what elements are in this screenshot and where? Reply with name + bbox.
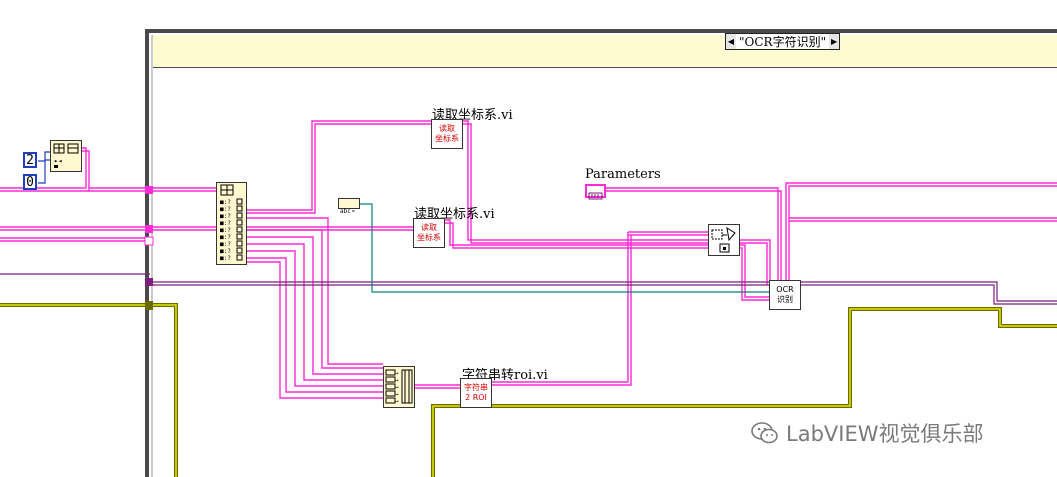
case-selector[interactable]: ◀ "OCR字符识别" ▶ bbox=[725, 33, 841, 50]
wechat-icon bbox=[751, 422, 778, 444]
tunnel-error bbox=[145, 301, 153, 310]
case-structure-frame-inner bbox=[151, 35, 1057, 477]
ocr-subvi[interactable]: OCR 识别 bbox=[769, 280, 801, 310]
svg-text:■:?: ■:? bbox=[220, 213, 231, 220]
tunnel-string-3 bbox=[144, 236, 154, 246]
wire-parameters bbox=[606, 187, 779, 285]
tunnel-cluster bbox=[145, 278, 153, 286]
watermark: LabVIEW视觉俱乐部 bbox=[750, 418, 984, 448]
build-array-icon: →→→ →→ bbox=[385, 369, 413, 405]
build-cluster-array-node[interactable]: → → → → → bbox=[383, 366, 415, 408]
parameters-terminal[interactable] bbox=[585, 184, 606, 200]
svg-text:→: → bbox=[395, 377, 399, 384]
string-to-roi-subvi[interactable]: 字符串 2 ROI bbox=[460, 378, 492, 408]
wire-read-top-out bbox=[463, 120, 771, 285]
case-structure-frame bbox=[145, 29, 1057, 477]
svg-text:■:?: ■:? bbox=[220, 241, 231, 248]
cluster-terminal-icon bbox=[588, 192, 603, 200]
svg-text:■:?: ■:? bbox=[220, 199, 231, 206]
numeric-constant-top[interactable]: 2 bbox=[23, 152, 37, 168]
wire-to-read-top bbox=[247, 120, 432, 211]
svg-text:▸◂: ▸◂ bbox=[54, 157, 62, 165]
svg-text:→: → bbox=[395, 384, 399, 391]
svg-text:■:?: ■:? bbox=[220, 234, 231, 241]
unbundle-by-name-node[interactable]: ■:? ■:? ■:? ■:? ■:? ■:? ■:? ■:? ■:? bbox=[216, 182, 247, 265]
string-wires bbox=[0, 120, 1057, 399]
read-coords-mid-icon-text: 读取 坐标系 bbox=[417, 223, 441, 242]
svg-text:■:?: ■:? bbox=[220, 227, 231, 234]
numeric-constant-bottom[interactable]: 0 bbox=[23, 174, 37, 190]
svg-text:■:?: ■:? bbox=[220, 206, 231, 213]
ocr-icon-text: OCR 识别 bbox=[776, 285, 794, 304]
wire-layer bbox=[0, 29, 1057, 477]
block-diagram: ◀ "OCR字符识别" ▶ 2 0 ▸◂ ■:? ■:? ■:? ■:? ■:? ■:?… bbox=[0, 0, 1057, 477]
svg-text:→: → bbox=[395, 370, 399, 377]
case-structure-header bbox=[153, 35, 1057, 68]
abc-icon: abc⚬ bbox=[340, 208, 356, 215]
parameters-label: Parameters bbox=[585, 167, 661, 182]
read-coords-top-icon-text: 读取 坐标系 bbox=[435, 124, 459, 143]
unbundle-icon: ■:?■:?■:? ■:?■:?■:? ■:?■:?■:? bbox=[220, 184, 243, 262]
tunnel-string-2 bbox=[145, 225, 153, 233]
svg-text:→: → bbox=[395, 391, 399, 398]
roi-icon bbox=[711, 226, 736, 253]
array-icon: ▸◂ bbox=[53, 143, 79, 168]
svg-text:■:?: ■:? bbox=[220, 248, 231, 255]
watermark-text: LabVIEW视觉俱乐部 bbox=[786, 422, 984, 446]
svg-text:■:?: ■:? bbox=[220, 220, 231, 227]
wire-ocr-out bbox=[785, 182, 1057, 285]
increment-case-button[interactable]: ▶ bbox=[829, 34, 840, 49]
case-selector-value: "OCR字符识别" bbox=[739, 35, 827, 49]
tunnel-string bbox=[145, 186, 153, 194]
decrement-case-button[interactable]: ◀ bbox=[726, 34, 736, 49]
string-to-roi-icon-text: 字符串 2 ROI bbox=[464, 383, 488, 402]
read-coords-mid-subvi[interactable]: 读取 坐标系 bbox=[413, 218, 445, 248]
read-coords-top-subvi[interactable]: 读取 坐标系 bbox=[431, 119, 463, 149]
image-roi-node[interactable] bbox=[708, 224, 740, 256]
svg-text:→: → bbox=[395, 398, 399, 405]
build-array-node[interactable]: ▸◂ bbox=[50, 140, 82, 172]
wire-roi-out bbox=[492, 232, 629, 383]
string-conversion-node[interactable]: abc⚬ bbox=[338, 198, 360, 215]
error-wires bbox=[0, 303, 1057, 477]
svg-text:■:?: ■:? bbox=[220, 255, 231, 262]
svg-text:abc⚬: abc⚬ bbox=[340, 208, 356, 214]
numeric-wires bbox=[38, 151, 50, 184]
cluster-wires bbox=[0, 273, 1057, 305]
